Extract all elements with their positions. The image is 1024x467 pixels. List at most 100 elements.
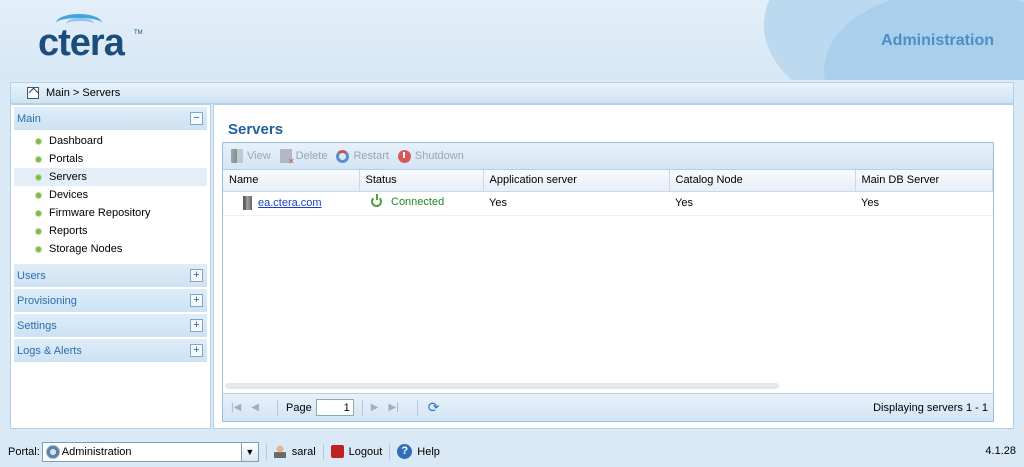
bullet-icon xyxy=(36,228,41,234)
version-label: 4.1.28 xyxy=(985,445,1016,457)
servers-table: Name Status Application server Catalog N… xyxy=(223,170,993,216)
page-number-input[interactable] xyxy=(315,399,354,416)
expand-icon[interactable]: + xyxy=(190,344,203,357)
view-button[interactable]: View xyxy=(231,149,271,163)
sidebar-item-reports[interactable]: Reports xyxy=(14,222,207,240)
column-header-catalog-node[interactable]: Catalog Node xyxy=(669,170,856,192)
delete-button[interactable]: Delete xyxy=(279,149,328,166)
sidebar-section-label: Users xyxy=(17,269,46,282)
help-link[interactable]: Help xyxy=(417,446,440,458)
sidebar-item-label: Firmware Repository xyxy=(49,207,151,219)
separator xyxy=(389,443,391,460)
cell-main-db-server: Yes xyxy=(855,191,993,216)
username: saral xyxy=(291,445,316,458)
delete-icon xyxy=(279,149,295,166)
sidebar-item-portals[interactable]: Portals xyxy=(14,150,207,168)
collapse-icon[interactable]: − xyxy=(190,112,203,125)
bullet-icon xyxy=(36,156,41,162)
expand-icon[interactable]: + xyxy=(190,319,203,332)
sidebar-item-label: Servers xyxy=(49,171,87,183)
column-header-status[interactable]: Status xyxy=(359,170,484,192)
home-icon[interactable] xyxy=(27,87,39,99)
page-title: Servers xyxy=(228,121,284,138)
sidebar-item-devices[interactable]: Devices xyxy=(14,186,207,204)
last-page-icon[interactable]: ▶| xyxy=(388,402,398,413)
bullet-icon xyxy=(36,210,41,216)
portal-select[interactable]: Administration xyxy=(41,441,242,462)
server-icon xyxy=(243,196,252,210)
bullet-icon xyxy=(36,192,41,198)
sidebar-item-servers[interactable]: Servers xyxy=(14,168,207,186)
sidebar: Main − Dashboard Portals Servers Devices… xyxy=(10,104,211,429)
pagination-bar: |◀ ◀ Page ▶ ▶| ⟳ Displaying servers 1 - … xyxy=(223,393,993,421)
cell-application-server: Yes xyxy=(483,191,669,216)
column-header-name[interactable]: Name xyxy=(223,170,360,192)
cell-catalog-node: Yes xyxy=(669,191,855,216)
gear-icon xyxy=(45,444,60,459)
status-indicator: Connected xyxy=(365,194,444,208)
separator xyxy=(322,443,324,460)
ctera-logo: ctera xyxy=(38,22,125,64)
sidebar-section-settings[interactable]: Settings + xyxy=(14,314,207,337)
table-row[interactable]: ea.ctera.com Connected Yes Yes Yes xyxy=(223,191,993,216)
sidebar-section-logs-alerts[interactable]: Logs & Alerts + xyxy=(14,339,207,362)
main-panel: Servers View Delete Restart Shutdown xyxy=(213,104,1014,429)
help-icon[interactable]: ? xyxy=(397,444,413,459)
sidebar-item-firmware-repository[interactable]: Firmware Repository xyxy=(14,204,207,222)
restart-label: Restart xyxy=(353,150,389,162)
horizontal-scrollbar[interactable] xyxy=(225,383,779,389)
user-icon xyxy=(273,445,286,458)
cell-status: Connected xyxy=(359,191,483,216)
expand-icon[interactable]: + xyxy=(190,294,203,307)
delete-label: Delete xyxy=(295,150,328,162)
view-icon xyxy=(231,149,243,163)
shutdown-icon xyxy=(397,149,411,163)
first-page-icon[interactable]: |◀ xyxy=(231,402,241,413)
restart-icon xyxy=(336,149,350,163)
shutdown-label: Shutdown xyxy=(414,150,464,162)
logo-trademark: TM xyxy=(134,30,143,36)
sidebar-item-storage-nodes[interactable]: Storage Nodes xyxy=(14,240,207,258)
breadcrumb-text[interactable]: Main > Servers xyxy=(46,87,120,99)
page-label: Page xyxy=(286,401,312,414)
previous-page-icon[interactable]: ◀ xyxy=(251,402,259,413)
sidebar-section-provisioning[interactable]: Provisioning + xyxy=(14,289,207,312)
sidebar-section-main[interactable]: Main − xyxy=(14,107,207,130)
sidebar-item-label: Portals xyxy=(49,153,84,165)
sidebar-item-label: Devices xyxy=(49,189,89,201)
servers-grid: View Delete Restart Shutdown Name xyxy=(222,142,994,422)
expand-icon[interactable]: + xyxy=(190,269,203,282)
sidebar-item-dashboard[interactable]: Dashboard xyxy=(14,132,207,150)
pagination-info: Displaying servers 1 - 1 xyxy=(873,402,988,414)
shutdown-button[interactable]: Shutdown xyxy=(397,149,464,163)
section-title: Administration xyxy=(881,32,994,49)
power-icon xyxy=(371,194,382,208)
footer: Portal: Administration ▼ saral Logout ? … xyxy=(0,436,1024,467)
sidebar-section-label: Settings xyxy=(17,319,57,332)
app-header: ctera TM Administration xyxy=(0,0,1024,80)
logout-icon[interactable] xyxy=(330,445,344,458)
logout-link[interactable]: Logout xyxy=(349,446,383,458)
refresh-icon[interactable]: ⟳ xyxy=(428,399,440,416)
separator xyxy=(416,399,418,416)
sidebar-section-label: Provisioning xyxy=(17,294,77,307)
sidebar-item-label: Reports xyxy=(49,225,88,237)
separator xyxy=(265,443,267,460)
bullet-icon xyxy=(36,174,41,180)
sidebar-section-label: Main xyxy=(17,112,41,125)
column-header-main-db-server[interactable]: Main DB Server xyxy=(855,170,993,192)
separator xyxy=(277,399,278,416)
breadcrumb: Main > Servers xyxy=(10,82,1014,104)
server-link[interactable]: ea.ctera.com xyxy=(258,197,322,209)
view-label: View xyxy=(247,150,271,162)
bullet-icon xyxy=(36,246,41,252)
portal-label: Portal: xyxy=(8,445,40,458)
next-page-icon[interactable]: ▶ xyxy=(371,402,379,413)
table-header-row: Name Status Application server Catalog N… xyxy=(223,170,993,192)
column-header-application-server[interactable]: Application server xyxy=(483,170,670,192)
portal-select-value: Administration xyxy=(61,445,132,458)
sidebar-section-users[interactable]: Users + xyxy=(14,264,207,287)
chevron-down-icon[interactable]: ▼ xyxy=(241,441,259,462)
restart-button[interactable]: Restart xyxy=(336,149,389,163)
sidebar-item-label: Storage Nodes xyxy=(49,243,123,255)
